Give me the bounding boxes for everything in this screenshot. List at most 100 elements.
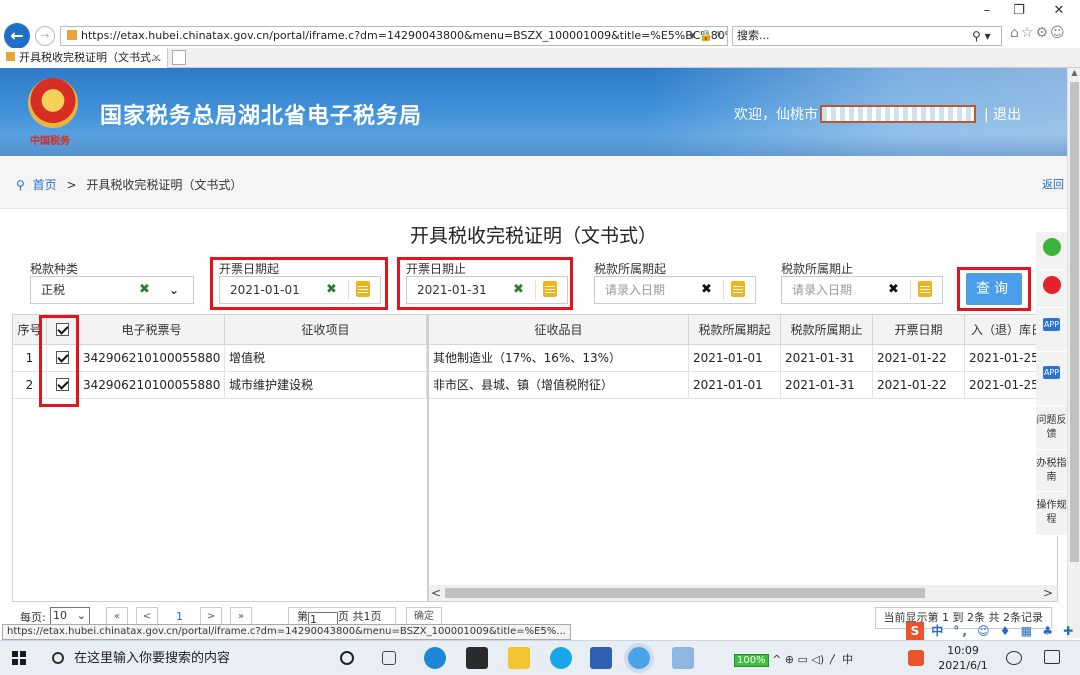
col-header-item[interactable]: 征收品目: [429, 315, 689, 345]
paint-icon[interactable]: [672, 647, 694, 669]
scroll-up-icon[interactable]: ▲: [1068, 68, 1080, 81]
url-controls[interactable]: ▾ 🔒 ↻: [690, 26, 725, 46]
breadcrumb-home[interactable]: 首页: [33, 178, 57, 192]
restore-button[interactable]: ❐: [1004, 2, 1034, 20]
cortana-icon[interactable]: [340, 651, 354, 665]
tab-bar: 开具税收完税证明（文书式... ×: [0, 48, 1080, 68]
chevron-down-icon[interactable]: ⌄: [169, 277, 179, 303]
divider: [723, 280, 724, 300]
app-icon: APP: [1042, 366, 1061, 379]
period-end-field[interactable]: 请录入日期 ✖: [781, 276, 943, 304]
issue-end-value: 2021-01-31: [417, 283, 487, 297]
back-link[interactable]: 返回: [1042, 176, 1064, 192]
page-scrollbar[interactable]: ▲: [1067, 68, 1080, 638]
app-button-2[interactable]: APP: [1036, 352, 1067, 406]
col-header-project[interactable]: 征收项目: [225, 315, 427, 345]
breadcrumb-current: 开具税收完税证明（文书式）: [86, 178, 243, 192]
system-tray[interactable]: 100% ^ ⊕ ▭ ◁) 〳 中: [734, 651, 853, 667]
scroll-right-icon[interactable]: >: [1043, 585, 1053, 601]
col-header-issue-date[interactable]: 开票日期: [873, 315, 965, 345]
site-banner: 中国税务 国家税务总局湖北省电子税务局 欢迎，仙桃市 | 退出: [0, 68, 1067, 156]
logout-link[interactable]: | 退出: [984, 104, 1021, 124]
issue-start-label: 开票日期起: [219, 262, 280, 276]
ie-icon[interactable]: [628, 647, 650, 669]
url-field[interactable]: https://etax.hubei.chinatax.gov.cn/porta…: [60, 26, 728, 46]
edge-icon[interactable]: [424, 647, 446, 669]
weibo-button[interactable]: [1036, 270, 1067, 308]
url-text: https://etax.hubei.chinatax.gov.cn/porta…: [81, 29, 727, 42]
chat-icon[interactable]: [1006, 651, 1022, 665]
task-view-icon[interactable]: [382, 651, 396, 665]
forward-arrow-icon[interactable]: →: [35, 26, 55, 46]
sogou-tray-icon[interactable]: [908, 650, 924, 666]
calendar-icon[interactable]: [543, 281, 557, 297]
issue-start-field[interactable]: 2021-01-01 ✖: [219, 276, 381, 304]
issue-end-field[interactable]: 2021-01-31 ✖: [406, 276, 568, 304]
status-url: https://etax.hubei.chinatax.gov.cn/porta…: [2, 624, 571, 640]
current-page-number[interactable]: 1: [176, 610, 183, 623]
search-icon: [52, 652, 64, 664]
calendar-icon[interactable]: [356, 281, 370, 297]
row1-issue-date: 2021-01-22: [873, 345, 965, 372]
tab-close-icon[interactable]: ×: [152, 48, 161, 68]
query-button[interactable]: 查询: [966, 273, 1022, 305]
calendar-icon[interactable]: [918, 281, 932, 297]
search-icon[interactable]: ⚲ ▾: [972, 26, 991, 46]
wechat-icon: [1042, 238, 1061, 256]
per-page-label: 每页:: [20, 611, 46, 624]
back-arrow-icon[interactable]: ←: [4, 23, 30, 49]
clear-icon[interactable]: ✖: [326, 277, 337, 303]
word-icon[interactable]: [590, 647, 612, 669]
minimize-button[interactable]: –: [972, 2, 1002, 20]
guide-button[interactable]: 办税指南: [1036, 450, 1067, 492]
app-button-1[interactable]: APP: [1036, 308, 1067, 352]
period-end-label: 税款所属期止: [781, 262, 854, 276]
tax-type-label: 税款种类: [30, 262, 79, 276]
calendar-icon[interactable]: [731, 281, 745, 297]
tab-current[interactable]: 开具税收完税证明（文书式... ×: [0, 48, 168, 68]
notification-icon[interactable]: [1044, 650, 1060, 664]
manual-button[interactable]: 操作规程: [1036, 492, 1067, 536]
divider: [910, 280, 911, 300]
close-button[interactable]: ✕: [1044, 2, 1074, 20]
per-page-select[interactable]: 10 ⌄: [50, 607, 90, 625]
wechat-button[interactable]: [1036, 232, 1067, 270]
browser-360-icon[interactable]: [550, 647, 572, 669]
ime-toolbar[interactable]: S 中 °, ☺ ♦ ▦ ♣ ✚ ▦: [906, 622, 1080, 654]
clear-icon[interactable]: ✖: [139, 277, 150, 303]
col-header-period-start[interactable]: 税款所属期起: [689, 315, 781, 345]
browser-search-input[interactable]: 搜索...: [732, 26, 1002, 46]
row1-item: 其他制造业（17%、16%、13%）: [429, 345, 689, 372]
windows-start-icon[interactable]: [12, 651, 26, 665]
divider: [348, 280, 349, 300]
col-header-period-end[interactable]: 税款所属期止: [781, 315, 873, 345]
new-tab-button[interactable]: [172, 50, 186, 65]
taskbar-search-input[interactable]: 在这里输入你要搜索的内容: [40, 645, 320, 673]
clear-icon[interactable]: ✖: [513, 277, 524, 303]
row2-period-end: 2021-01-31: [781, 372, 873, 399]
file-explorer-icon[interactable]: [508, 647, 530, 669]
store-icon[interactable]: [466, 647, 488, 669]
clock[interactable]: 10:09 2021/6/1: [938, 643, 988, 673]
welcome-text: 欢迎，仙桃市: [734, 104, 976, 124]
tax-type-select[interactable]: 正税 ✖ ⌄: [30, 276, 194, 304]
location-pin-icon: ⚲: [16, 178, 25, 192]
breadcrumb-path: ⚲ 首页 > 开具税收完税证明（文书式）: [16, 176, 242, 193]
col-header-ticket[interactable]: 电子税票号: [79, 315, 225, 345]
weibo-icon: [1042, 276, 1061, 294]
clear-icon[interactable]: ✖: [888, 277, 899, 303]
battery-indicator[interactable]: 100%: [734, 654, 769, 667]
scroll-left-icon[interactable]: <: [431, 585, 441, 601]
issue-start-value: 2021-01-01: [230, 283, 300, 297]
grid-scroll-thumb[interactable]: [445, 588, 925, 598]
browser-tool-icons[interactable]: ⌂☆⚙☺: [1010, 25, 1067, 41]
scrollbar-thumb[interactable]: [1070, 82, 1079, 562]
period-start-field[interactable]: 请录入日期 ✖: [594, 276, 756, 304]
feedback-button[interactable]: 问题反馈: [1036, 406, 1067, 450]
clear-icon[interactable]: ✖: [701, 277, 712, 303]
sogou-icon[interactable]: S: [906, 622, 924, 640]
period-end-placeholder: 请录入日期: [792, 283, 853, 297]
row2-project: 城市维护建设税: [225, 372, 427, 399]
grid-horizontal-scrollbar[interactable]: < >: [429, 585, 1057, 601]
highlight-frame-checkboxes: [39, 315, 79, 407]
